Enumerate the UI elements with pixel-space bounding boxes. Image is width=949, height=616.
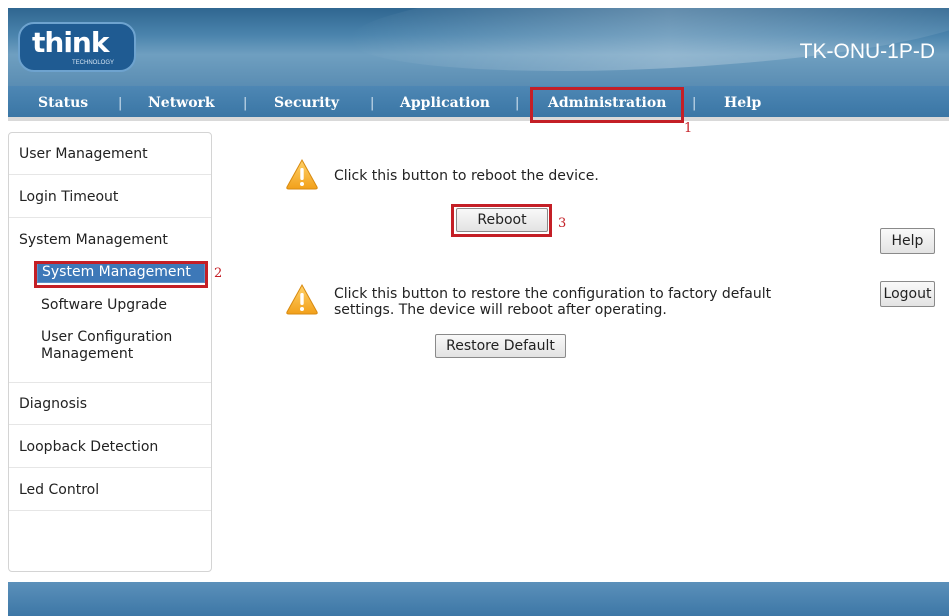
annotation-step-1: 1	[684, 121, 693, 136]
reboot-message: Click this button to reboot the device.	[334, 168, 599, 184]
warning-icon	[286, 158, 318, 190]
sidebar-item-system-management[interactable]: System Management	[9, 219, 211, 261]
nav-network[interactable]: Network	[148, 95, 215, 111]
nav-separator: |	[692, 96, 697, 111]
restore-default-button[interactable]: Restore Default	[435, 334, 566, 358]
footer-bar	[8, 582, 949, 616]
nav-status[interactable]: Status	[38, 95, 88, 111]
nav-security[interactable]: Security	[274, 95, 339, 111]
nav-help[interactable]: Help	[724, 95, 761, 111]
sidebar-item-led-control[interactable]: Led Control	[9, 469, 211, 511]
annotation-step-2: 2	[214, 266, 223, 281]
highlight-administration	[530, 87, 684, 123]
highlight-system-management	[34, 261, 208, 288]
sidebar-item-label: Login Timeout	[19, 189, 119, 205]
sidebar-item-diagnosis[interactable]: Diagnosis	[9, 383, 211, 425]
nav-separator: |	[243, 96, 248, 111]
sidebar-item-label: User Management	[19, 146, 148, 162]
logo-text: think	[32, 26, 109, 59]
logout-button[interactable]: Logout	[880, 281, 935, 307]
sidebar-item-user-management[interactable]: User Management	[9, 133, 211, 175]
annotation-step-3: 3	[558, 216, 567, 231]
sidebar-item-label: Loopback Detection	[19, 439, 159, 455]
think-logo: think TECHNOLOGY	[18, 22, 136, 72]
logo-subtext: TECHNOLOGY	[72, 60, 115, 66]
sidebar-item-loopback-detection[interactable]: Loopback Detection	[9, 426, 211, 468]
sidebar-item-label: Led Control	[19, 482, 100, 498]
sidebar-item-login-timeout[interactable]: Login Timeout	[9, 176, 211, 218]
nav-separator: |	[515, 96, 520, 111]
device-model: TK-ONU-1P-D	[799, 40, 935, 63]
sidebar-item-label: Diagnosis	[19, 396, 88, 412]
sidebar-sub-software-upgrade[interactable]: Software Upgrade	[41, 297, 167, 313]
sidebar-item-label: System Management	[19, 232, 168, 248]
warning-icon	[286, 283, 318, 315]
sidebar-sub-user-config[interactable]: User Configuration Management	[41, 329, 191, 363]
nav-application[interactable]: Application	[400, 95, 490, 111]
highlight-reboot	[451, 204, 552, 237]
help-button[interactable]: Help	[880, 228, 935, 254]
sidebar: User Management Login Timeout System Man…	[8, 132, 212, 572]
nav-separator: |	[370, 96, 375, 111]
top-nav: Status | Network | Security | Applicatio…	[8, 86, 949, 121]
restore-message: Click this button to restore the configu…	[334, 286, 772, 318]
header-banner: think TECHNOLOGY TK-ONU-1P-D	[8, 8, 949, 86]
nav-separator: |	[118, 96, 123, 111]
